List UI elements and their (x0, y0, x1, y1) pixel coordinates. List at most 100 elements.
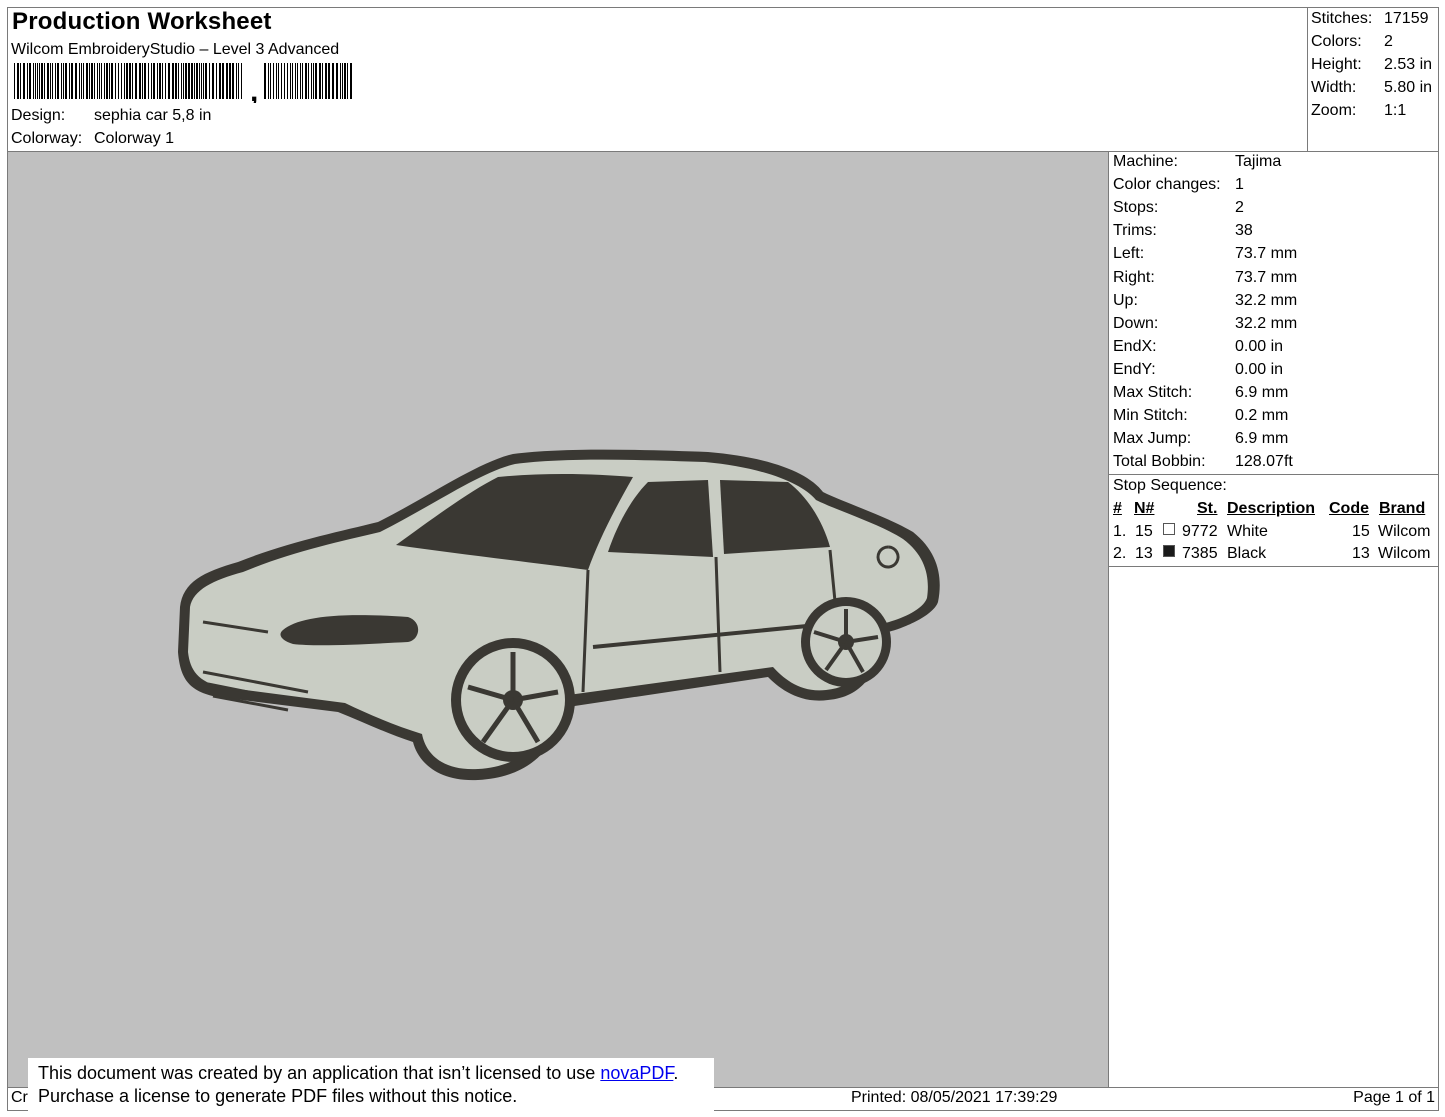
col-index: # (1113, 500, 1122, 517)
row-description: White (1227, 523, 1268, 540)
summary-label: Stitches: (1311, 10, 1373, 27)
info-value: Tajima (1235, 153, 1282, 170)
summary-width: Width: 5.80 in (1311, 79, 1432, 97)
page-number: Page 1 of 1 (1353, 1089, 1435, 1106)
machine-info-row: EndX: 0.00 in (1113, 338, 1283, 356)
barcode-bar (124, 63, 125, 99)
info-value: 0.2 mm (1235, 407, 1289, 425)
barcode-bar (300, 63, 301, 99)
barcode-bar (295, 63, 296, 99)
barcode-bar (201, 63, 202, 99)
info-label: Left: (1113, 245, 1145, 263)
colorway-label: Colorway: (11, 130, 83, 147)
barcode-bar (188, 63, 190, 99)
summary-value: 1:1 (1384, 102, 1407, 119)
row-brand: Wilcom (1378, 545, 1431, 562)
machine-info-row: Total Bobbin: 128.07ft (1113, 453, 1293, 471)
barcode-bar (17, 63, 19, 99)
colorway-row: Colorway: Colorway 1 (11, 130, 174, 148)
barcode-bar (264, 63, 266, 99)
barcode-bar (241, 63, 242, 99)
barcode-bar (129, 63, 131, 99)
barcode-bar (139, 63, 141, 99)
barcode-bar (126, 63, 128, 99)
barcode-bar (336, 63, 338, 99)
info-value: 38 (1235, 222, 1253, 240)
row-description: Black (1227, 545, 1267, 562)
barcode-bar (232, 63, 234, 99)
barcode-bar (14, 63, 15, 99)
novapdf-link[interactable]: novaPDF (600, 1063, 673, 1083)
barcode-bar (297, 63, 298, 99)
barcode-bar (106, 63, 108, 99)
barcode-bar (65, 63, 67, 99)
summary-label: Height: (1311, 56, 1362, 73)
colorway-value: Colorway 1 (94, 130, 175, 147)
barcode-bar (41, 63, 43, 99)
info-value: 0.00 in (1235, 360, 1284, 378)
barcode-bar (181, 63, 182, 99)
barcode-bar (175, 63, 177, 99)
barcode-bar (205, 63, 207, 99)
info-label: EndY: (1113, 360, 1156, 378)
col-code: Code (1329, 500, 1369, 517)
barcode-bar (281, 63, 282, 99)
summary-label: Zoom: (1311, 102, 1357, 119)
barcode-bar (118, 63, 119, 99)
info-value: 128.07ft (1235, 453, 1293, 471)
machine-info-row: Trims: 38 (1113, 222, 1253, 240)
notice-line-1: This document was created by an applicat… (38, 1062, 714, 1085)
barcode-bar (148, 63, 149, 99)
barcode-bar (99, 63, 100, 99)
summary-value: 2.53 in (1384, 56, 1433, 73)
divider (1109, 474, 1439, 475)
info-label: Min Stitch: (1113, 407, 1188, 425)
barcode-separator: , (250, 75, 258, 103)
barcode-bar (94, 63, 95, 99)
info-label: Trims: (1113, 222, 1157, 240)
barcode-bar (183, 63, 184, 99)
barcode-bar (185, 63, 187, 99)
col-brand: Brand (1379, 500, 1426, 517)
barcode-bar (135, 63, 137, 99)
machine-info-row: Stops: 2 (1113, 199, 1244, 217)
page-title: Production Worksheet (12, 8, 272, 35)
notice-period: . (673, 1063, 679, 1083)
row-index: 1. (1113, 523, 1127, 540)
info-value: 32.2 mm (1235, 291, 1298, 309)
barcode-bar (111, 63, 113, 99)
barcode-bar (33, 63, 34, 99)
barcode-bar (50, 63, 51, 99)
summary-value: 2 (1384, 33, 1393, 50)
info-label: Machine: (1113, 153, 1178, 170)
barcode-bar (305, 63, 307, 99)
row-needle: 13 (1135, 545, 1153, 562)
row-code: 13 (1352, 545, 1370, 562)
machine-info-row: Up: 32.2 mm (1113, 292, 1297, 310)
design-row: Design: sephia car 5,8 in (11, 107, 211, 125)
barcode-bar (79, 63, 80, 99)
footer-cr: Cr (11, 1089, 28, 1106)
design-preview (8, 152, 1109, 1087)
barcode-bar (278, 63, 279, 99)
barcode-bar (290, 63, 291, 99)
summary-zoom: Zoom: 1:1 (1311, 102, 1406, 120)
barcode-bar (284, 63, 285, 99)
machine-info-row: Down: 32.2 mm (1113, 315, 1297, 333)
barcode-bar (276, 63, 277, 99)
barcode-bar (144, 63, 146, 99)
summary-label: Colors: (1311, 33, 1362, 50)
barcode-bar (270, 63, 271, 99)
barcode-bar (47, 63, 49, 99)
summary-colors: Colors: 2 (1311, 33, 1393, 51)
barcode-bar (347, 63, 348, 99)
summary-value: 5.80 in (1384, 79, 1433, 96)
info-value: 0.00 in (1235, 337, 1284, 355)
barcode-bar (273, 63, 274, 99)
barcode-bar (191, 63, 193, 99)
barcode-bar (162, 63, 163, 99)
barcode-bar (153, 63, 155, 99)
barcode-bar (121, 63, 122, 99)
barcode-bar (216, 63, 217, 99)
barcode-bar (91, 63, 93, 99)
